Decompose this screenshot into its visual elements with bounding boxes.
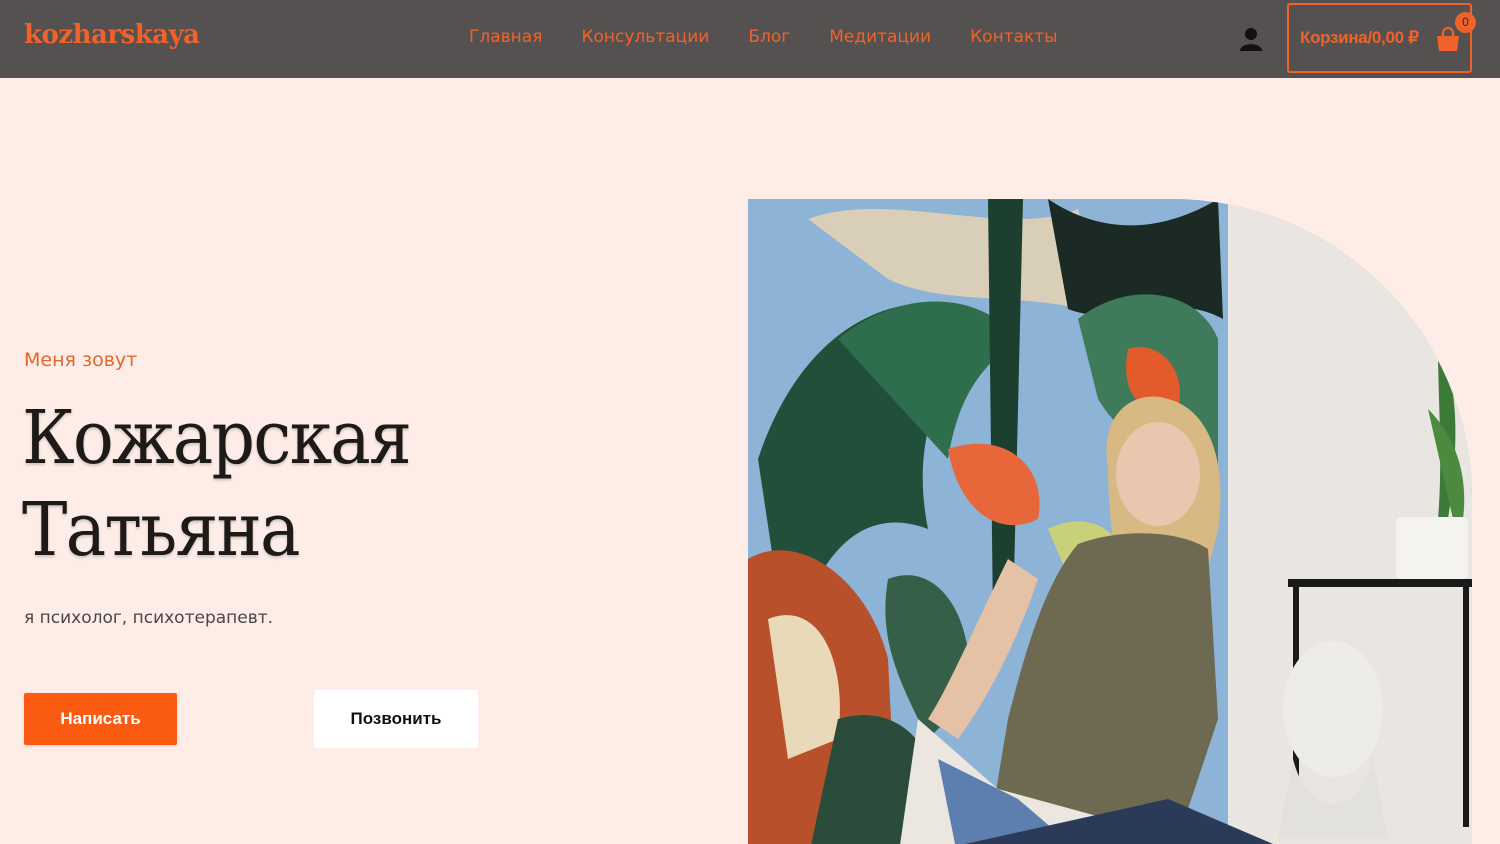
cart-count-badge: 0 [1455, 12, 1476, 33]
nav-item-blog[interactable]: Блог [748, 27, 790, 47]
nav-item-consultations[interactable]: Консультации [581, 27, 709, 47]
cart-button[interactable]: Корзина/0,00 ₽ [1287, 3, 1472, 73]
write-button[interactable]: Написать [24, 693, 177, 745]
call-button[interactable]: Позвонить [314, 690, 478, 748]
user-icon[interactable] [1238, 26, 1264, 52]
hero-subtitle: я психолог, психотерапевт. [24, 608, 274, 628]
hero-name-line1: Кожарская [22, 395, 412, 481]
hero-name-line2: Татьяна [22, 487, 301, 573]
hero-name: Кожарская Татьяна [22, 392, 412, 576]
logo[interactable]: kozharskaya [24, 20, 200, 50]
nav-item-meditations[interactable]: Медитации [829, 27, 931, 47]
portrait-illustration [748, 199, 1472, 844]
cart-label: Корзина/0,00 ₽ [1300, 28, 1419, 47]
hero-eyebrow: Меня зовут [24, 349, 138, 371]
nav-item-contacts[interactable]: Контакты [970, 27, 1058, 47]
nav-item-home[interactable]: Главная [469, 27, 542, 47]
hero-photo [748, 199, 1472, 844]
main-nav: Главная Консультации Блог Медитации Конт… [469, 27, 1058, 47]
site-header: kozharskaya Главная Консультации Блог Ме… [0, 0, 1500, 78]
